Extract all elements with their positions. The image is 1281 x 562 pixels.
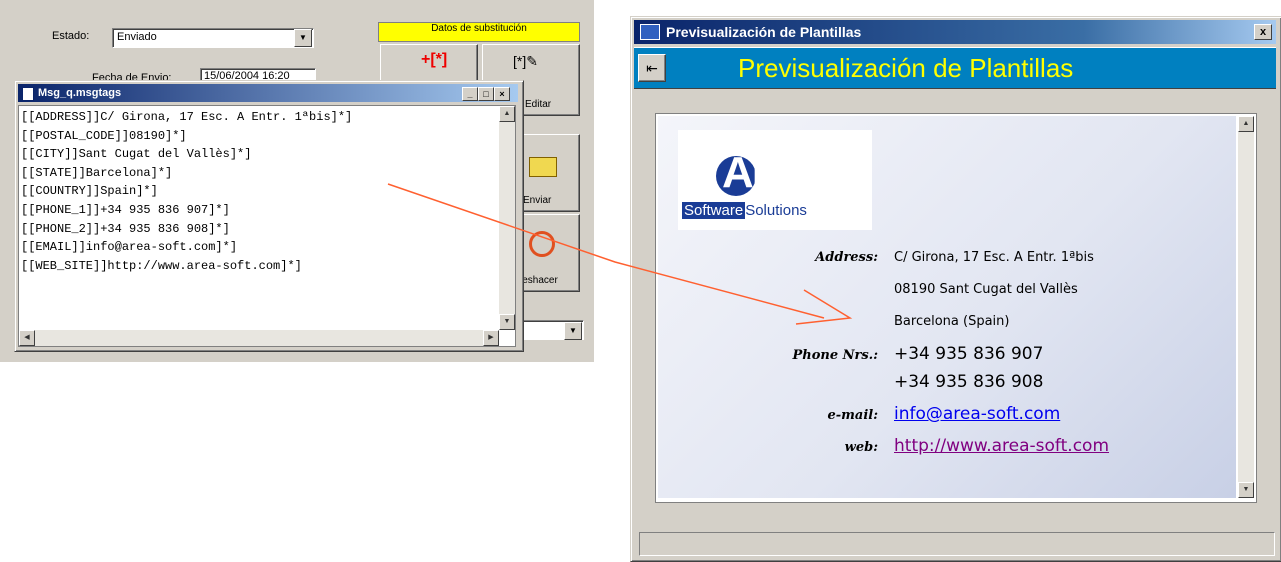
arrow-head xyxy=(795,289,853,325)
arrow-line xyxy=(387,183,825,319)
mapping-arrow xyxy=(387,183,853,325)
